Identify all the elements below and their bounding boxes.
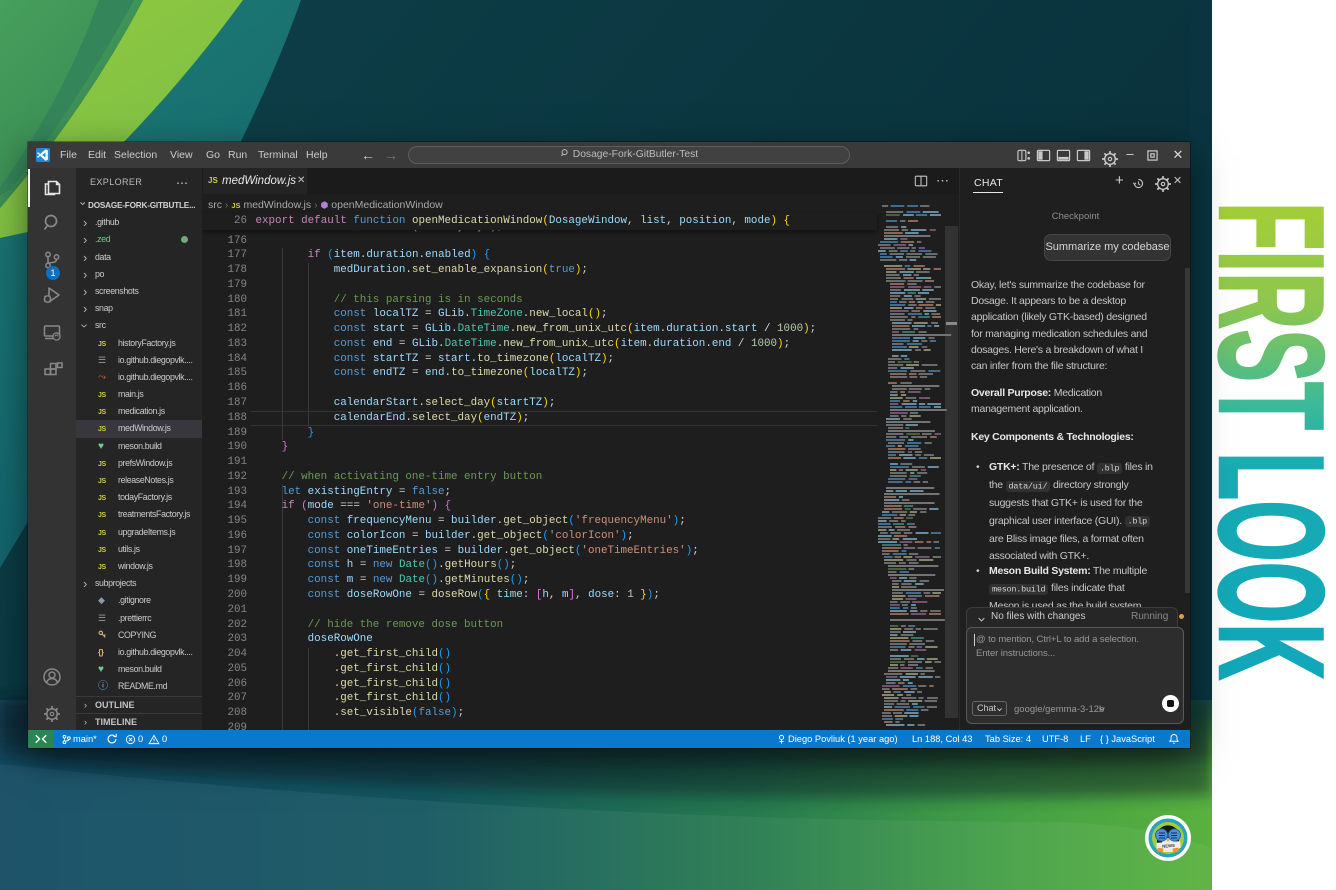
svg-text:FIRST LOOK: FIRST LOOK <box>1188 202 1336 680</box>
svg-text:NEWS: NEWS <box>1162 843 1175 849</box>
